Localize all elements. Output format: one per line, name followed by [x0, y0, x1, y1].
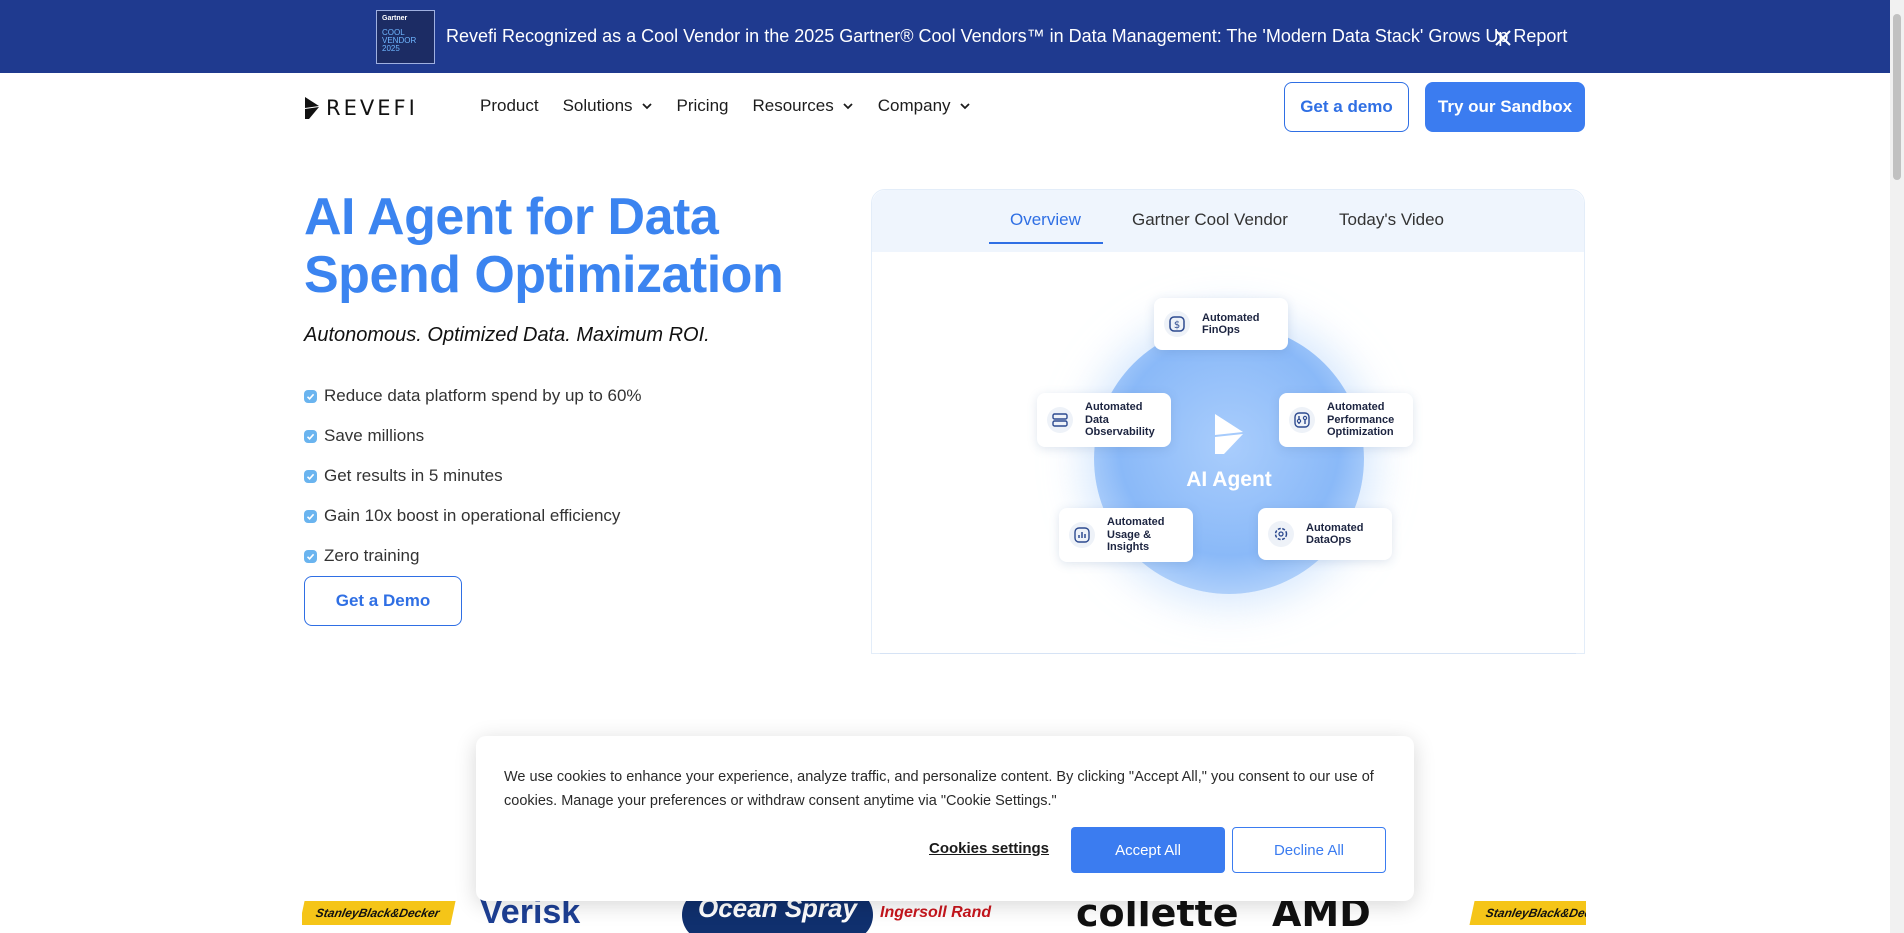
hero-bullet-text: Reduce data platform spend by up to 60% [324, 386, 642, 405]
node-automated-usage-insights: Automated Usage & Insights [1059, 508, 1193, 562]
check-bullet-icon [304, 549, 317, 563]
hero-bullet: Gain 10x boost in operational efficiency [304, 496, 642, 536]
check-bullet-icon [304, 429, 317, 443]
cookie-consent-dialog: We use cookies to enhance your experienc… [476, 736, 1414, 901]
cookies-settings-link[interactable]: Cookies settings [929, 840, 1049, 857]
hero-subtitle: Autonomous. Optimized Data. Maximum ROI. [304, 324, 710, 346]
overview-panel: Overview Gartner Cool Vendor Today's Vid… [871, 189, 1585, 654]
nav-item-resources[interactable]: Resources [753, 96, 854, 116]
hero-bullet-list: Reduce data platform spend by up to 60% … [304, 376, 642, 576]
banner-text[interactable]: Revefi Recognized as a Cool Vendor in th… [446, 26, 1567, 47]
ai-agent-logo-icon [1215, 414, 1243, 454]
gartner-badge: Gartner COOL VENDOR 2025 [376, 10, 435, 64]
get-a-demo-nav-button[interactable]: Get a demo [1284, 82, 1409, 132]
hero-bullet-text: Gain 10x boost in operational efficiency [324, 506, 621, 525]
nav-item-company[interactable]: Company [878, 96, 971, 116]
svg-text:$: $ [1174, 320, 1180, 331]
check-bullet-icon [304, 389, 317, 403]
node-automated-data-observability: Automated Data Observability [1037, 393, 1171, 447]
revefi-logo-icon [305, 97, 319, 119]
node-automated-performance-optimization: Automated Performance Optimization [1279, 393, 1413, 447]
main-nav: Product Solutions Pricing Resources Comp… [480, 96, 995, 116]
announcement-banner: Gartner COOL VENDOR 2025 Revefi Recogniz… [0, 0, 1890, 73]
gear-icon [1268, 521, 1294, 547]
logo-stanley-black-decker: StanleyBlack&Decker [302, 892, 456, 933]
bar-chart-icon [1069, 522, 1095, 548]
badge-line-3: 2025 [382, 44, 400, 53]
hero-bullet-text: Save millions [324, 426, 425, 445]
nav-item-product[interactable]: Product [480, 96, 539, 116]
tab-todays-video[interactable]: Today's Video [1339, 210, 1444, 230]
chevron-down-icon [641, 103, 652, 110]
check-bullet-icon [304, 509, 317, 523]
page-scrollbar[interactable] [1890, 0, 1904, 933]
active-tab-indicator [989, 242, 1103, 244]
page: Gartner COOL VENDOR 2025 Revefi Recogniz… [0, 0, 1904, 933]
node-label: Automated Performance Optimization [1327, 401, 1395, 439]
server-icon [1047, 407, 1073, 433]
dollar-icon: $ [1164, 311, 1190, 337]
accept-all-button[interactable]: Accept All [1071, 827, 1225, 873]
hero-bullet: Reduce data platform spend by up to 60% [304, 376, 642, 416]
badge-line-1: Gartner [382, 15, 408, 22]
node-label: Automated Data Observability [1085, 401, 1155, 439]
revefi-logo[interactable]: REVEFI [304, 96, 418, 120]
check-bullet-icon [304, 469, 317, 483]
logo-stanley-black-decker: StanleyBlack&Decker [1469, 892, 1586, 933]
hero-bullet: Get results in 5 minutes [304, 456, 642, 496]
chevron-down-icon [959, 103, 970, 110]
hero-bullet: Zero training [304, 536, 642, 576]
tab-overview[interactable]: Overview [1010, 210, 1081, 230]
node-label: Automated Usage & Insights [1107, 516, 1165, 554]
cookie-text: We use cookies to enhance your experienc… [504, 769, 1374, 809]
nav-item-label: Product [480, 96, 539, 115]
get-a-demo-button[interactable]: Get a Demo [304, 576, 462, 626]
nav-item-label: Solutions [562, 96, 633, 115]
nav-item-solutions[interactable]: Solutions [563, 96, 653, 116]
nav-item-label: Company [877, 96, 951, 115]
hero-title: AI Agent for Data Spend Optimization [304, 188, 784, 304]
node-label: Automated FinOps [1202, 311, 1260, 337]
nav-item-pricing[interactable]: Pricing [677, 96, 729, 116]
ai-agent-label: AI Agent [1186, 468, 1272, 491]
nav-item-label: Pricing [676, 96, 729, 115]
try-sandbox-button[interactable]: Try our Sandbox [1425, 82, 1585, 132]
close-icon[interactable] [1492, 27, 1514, 49]
node-automated-finops: $ Automated FinOps [1154, 298, 1288, 350]
logo-text: REVEFI [326, 96, 418, 120]
nav-item-label: Resources [752, 96, 834, 115]
panel-tabs: Overview Gartner Cool Vendor Today's Vid… [872, 190, 1584, 252]
tab-gartner-cool-vendor[interactable]: Gartner Cool Vendor [1132, 210, 1288, 230]
hero-bullet: Save millions [304, 416, 642, 456]
badge-line-2: COOL VENDOR [382, 28, 417, 45]
node-automated-dataops: Automated DataOps [1258, 508, 1392, 560]
node-label: Automated DataOps [1306, 521, 1364, 547]
hero-bullet-text: Zero training [324, 546, 420, 565]
sliders-icon [1289, 407, 1315, 433]
ai-agent-diagram: AI Agent $ Automated FinOps Automated Da… [872, 252, 1584, 652]
decline-all-button[interactable]: Decline All [1232, 827, 1386, 873]
panel-divider [880, 653, 1576, 654]
chevron-down-icon [843, 103, 853, 110]
hero-bullet-text: Get results in 5 minutes [324, 466, 503, 485]
scrollbar-thumb[interactable] [1893, 14, 1901, 180]
